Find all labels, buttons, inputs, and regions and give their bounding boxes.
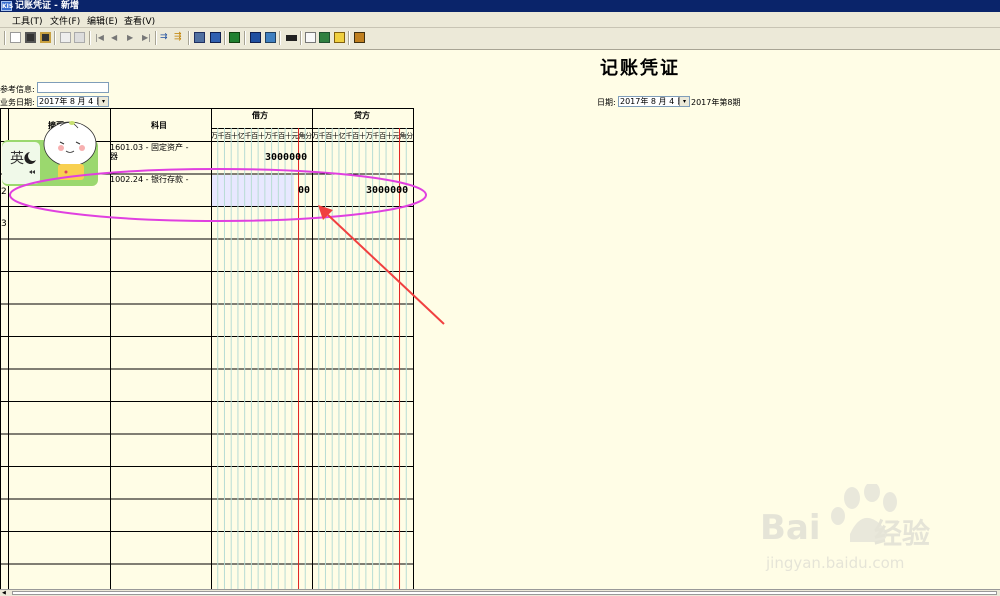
app-icon: KIS [1,1,14,11]
debit-header: 借方 [252,111,268,120]
debit-amount-editing[interactable]: 00 [298,185,310,196]
paste-icon[interactable] [319,32,330,43]
chevron-down-icon[interactable]: ▾ [98,97,108,106]
copy-icon[interactable] [305,32,316,43]
print-preview-icon[interactable] [60,32,71,43]
baidu-watermark: Bai 经验 jingyan.baidu.com [760,484,990,574]
window-title: 记账凭证 - 新增 [15,1,80,11]
scroll-left-icon[interactable]: ◀ [2,590,6,596]
credit-amount[interactable]: 3000000 [366,185,408,196]
period-text: 2017年第8期 [691,98,741,107]
document-title: 记账凭证 [600,58,680,79]
last-record-icon[interactable]: ▶| [142,32,153,43]
scrollbar-thumb[interactable] [12,591,997,595]
balance-icon[interactable] [229,32,240,43]
date-label: 日期: [597,98,616,107]
mail-icon[interactable] [334,32,345,43]
date-value: 2017年 8 月 4 日 [620,97,685,106]
toolbar: |◀ ◀ ▶ ▶| ⇉ ⇶ [0,28,1000,50]
sticker-text: 英 [10,151,24,167]
business-date-label: 业务日期: [0,98,35,107]
delete-row-icon[interactable]: ⇶ [174,32,185,43]
row-number: 2 [1,187,7,197]
insert-row-icon[interactable]: ⇉ [160,32,171,43]
sticker-overlay: 英 [2,120,98,186]
save-icon[interactable] [25,32,36,43]
account-cell-line2: 器 [110,152,118,161]
next-record-icon[interactable]: ▶ [127,32,138,43]
title-bar: KIS 记账凭证 - 新增 [0,0,1000,12]
new-doc-icon[interactable] [10,32,21,43]
cash-flow-icon[interactable] [210,32,221,43]
menu-bar: 工具(T) 文件(F) 编辑(E) 查看(V) [0,12,1000,28]
business-date-value: 2017年 8 月 4 日 [39,97,104,106]
chevron-down-icon[interactable]: ▾ [679,97,689,106]
first-record-icon[interactable]: |◀ [95,32,106,43]
print-icon[interactable] [74,32,85,43]
reference-input[interactable] [37,82,109,93]
account-header: 科目 [151,121,167,130]
row-number: 3 [1,219,7,229]
menu-tools[interactable]: 工具(T) [12,14,43,27]
date-picker[interactable]: 2017年 8 月 4 日 ▾ [618,96,690,107]
reference-label: 参考信息: [0,85,35,94]
menu-edit[interactable]: 编辑(E) [87,14,118,27]
account-cell[interactable]: 1002.24 - 银行存款 - [110,175,188,184]
watermark-brand: Bai [760,508,821,548]
book-icon[interactable] [250,32,261,43]
business-date-picker[interactable]: 2017年 8 月 4 日 ▾ [37,96,109,107]
prev-record-icon[interactable]: ◀ [111,32,122,43]
menu-view[interactable]: 查看(V) [124,14,155,27]
credit-digit-label: 分 [406,131,413,140]
watermark-brand-cn: 经验 [874,517,931,550]
exit-icon[interactable] [354,32,365,43]
account-cell[interactable]: 1601.03 - 固定资产 - [110,143,188,152]
flag-icon[interactable] [286,35,297,41]
calculator-icon[interactable] [194,32,205,43]
card-icon[interactable] [265,32,276,43]
credit-header: 贷方 [354,111,370,120]
watermark-url: jingyan.baidu.com [766,554,905,572]
debit-amount[interactable]: 3000000 [265,152,307,163]
menu-file[interactable]: 文件(F) [50,14,80,27]
save-new-icon[interactable] [40,32,51,43]
